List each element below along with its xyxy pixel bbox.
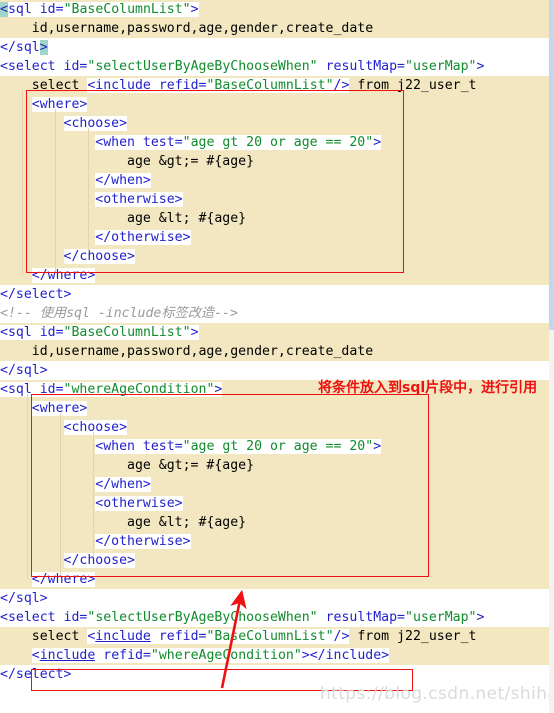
csdn-watermark: https://blog.csdn.net/shihao1998 [320,684,554,704]
vertical-scrollbar-track[interactable] [549,0,554,713]
code-editor-viewport: <sql id="BaseColumnList"> id,username,pa… [0,0,554,713]
vertical-scrollbar-thumb[interactable] [549,0,554,330]
callout-arrow [220,589,247,689]
